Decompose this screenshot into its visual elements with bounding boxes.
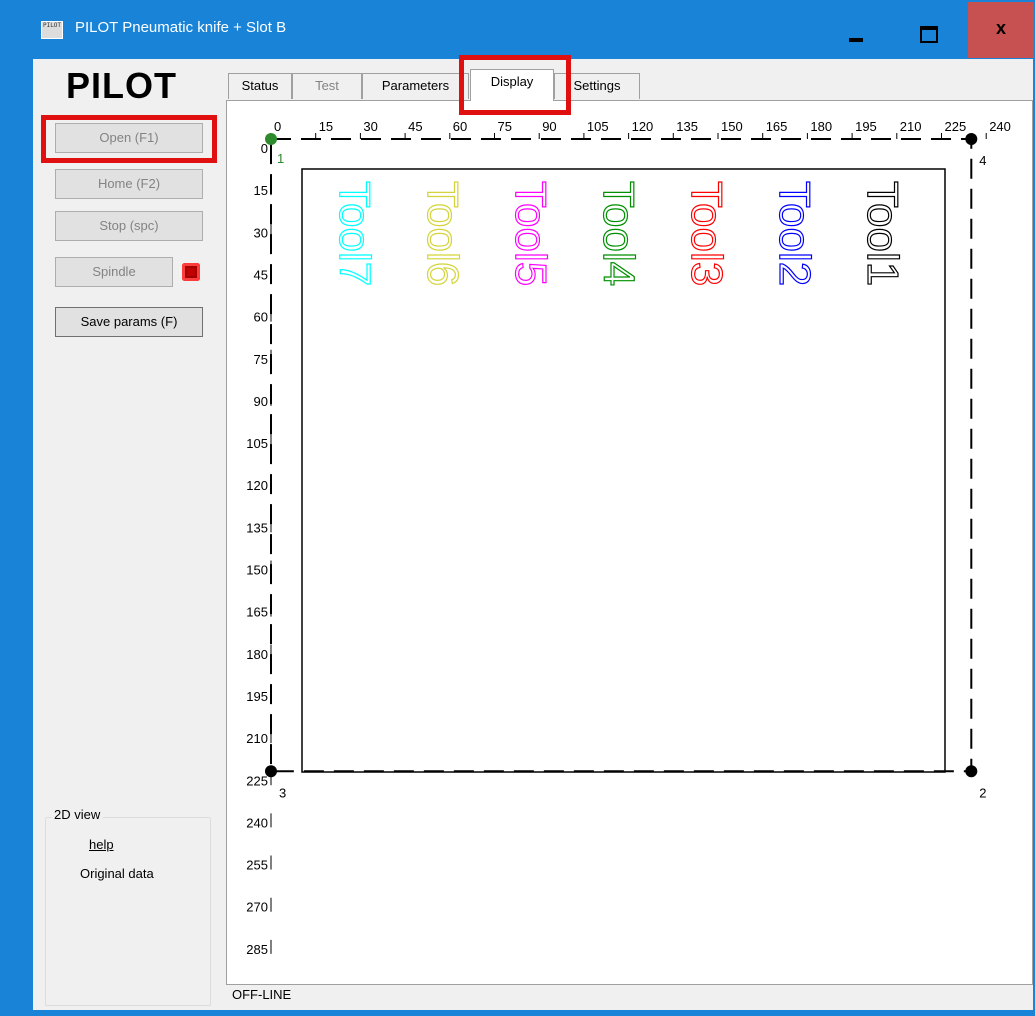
corner-label: 4 (979, 153, 986, 168)
y-tick-label: 105 (246, 436, 268, 451)
display-tab-highlight (459, 55, 571, 115)
corner-point (965, 765, 978, 778)
y-tick-label: 270 (246, 900, 268, 915)
x-tick-label: 30 (363, 119, 377, 134)
corner-label: 1 (277, 151, 284, 166)
x-tick-label: 0 (274, 119, 281, 134)
app-icon: PILOT (41, 21, 63, 39)
close-icon: x (995, 18, 1006, 38)
corner-label: 3 (279, 785, 286, 800)
corner-point (265, 133, 277, 145)
y-tick-label: 285 (246, 942, 268, 957)
open-button-highlight (41, 115, 217, 163)
y-tick-label: 90 (254, 394, 268, 409)
x-tick-label: 210 (900, 119, 922, 134)
x-tick-label: 240 (989, 119, 1011, 134)
pilot-logo: PILOT (66, 65, 177, 106)
tab-parameters[interactable]: Parameters (362, 73, 469, 99)
spindle-status-led (182, 263, 200, 281)
tool-label: Tool6 (418, 181, 467, 286)
connection-status: OFF-LINE (232, 987, 292, 1002)
x-tick-label: 15 (319, 119, 333, 134)
original-data-label: Original data (80, 866, 154, 881)
corner-label: 2 (979, 785, 986, 800)
y-tick-label: 195 (246, 689, 268, 704)
corner-point (265, 765, 277, 778)
y-tick-label: 225 (246, 773, 268, 788)
spindle-button[interactable]: Spindle (55, 257, 173, 287)
stop-button[interactable]: Stop (spc) (55, 211, 203, 241)
maximize-button[interactable] (895, 2, 959, 58)
home-button[interactable]: Home (F2) (55, 169, 203, 199)
x-tick-label: 135 (676, 119, 698, 134)
tab-status[interactable]: Status (228, 73, 292, 99)
tool-label: Tool1 (858, 181, 907, 286)
view-group-label: 2D view (51, 807, 104, 822)
x-tick-label: 105 (587, 119, 609, 134)
x-tick-label: 120 (632, 119, 654, 134)
2d-view-canvas[interactable]: 0 15 30 45 60 75 90 105 120 135 150 165 180 195 210 225… (227, 101, 1032, 984)
x-tick-label: 60 (453, 119, 467, 134)
x-tick-label: 165 (766, 119, 788, 134)
y-tick-label: 180 (246, 647, 268, 662)
tool-label: Tool7 (330, 181, 379, 286)
minimize-button[interactable] (824, 2, 888, 58)
x-tick-label: 180 (810, 119, 832, 134)
x-tick-label: 195 (855, 119, 877, 134)
tool-label: Tool2 (770, 181, 819, 286)
y-tick-label: 255 (246, 858, 268, 873)
x-tick-label: 150 (721, 119, 743, 134)
help-link[interactable]: help (89, 837, 114, 852)
y-tick-label: 60 (254, 310, 268, 325)
x-tick-label: 225 (945, 119, 967, 134)
y-tick-label: 75 (254, 352, 268, 367)
y-tick-label: 45 (254, 267, 268, 282)
y-tick-label: 240 (246, 815, 268, 830)
display-panel: 0 15 30 45 60 75 90 105 120 135 150 165 180 195 210 225… (226, 100, 1033, 985)
y-tick-label: 15 (254, 183, 268, 198)
y-tick-label: 165 (246, 605, 268, 620)
title-bar[interactable]: PILOT PILOT Pneumatic knife + Slot B x (1, 1, 1034, 59)
save-params-button[interactable]: Save params (F) (55, 307, 203, 337)
y-tick-label: 135 (246, 520, 268, 535)
client-area: PILOT Open (F1) Home (F2) Stop (spc) Spi… (33, 55, 1033, 1010)
y-tick-label: 30 (254, 225, 268, 240)
y-tick-label: 210 (246, 731, 268, 746)
tool-label: Tool3 (682, 181, 731, 286)
view-group-box (45, 817, 211, 1006)
x-tick-label: 90 (542, 119, 556, 134)
y-tick-label: 120 (246, 478, 268, 493)
tab-test[interactable]: Test (292, 73, 362, 99)
tool-label: Tool5 (506, 181, 555, 286)
y-tick-label: 150 (246, 563, 268, 578)
close-button[interactable]: x (968, 2, 1034, 58)
x-tick-label: 45 (408, 119, 422, 134)
app-window: PILOT PILOT Pneumatic knife + Slot B x P… (0, 0, 1035, 1016)
x-tick-label: 75 (498, 119, 512, 134)
tool-label: Tool4 (594, 181, 643, 286)
window-title: PILOT Pneumatic knife + Slot B (75, 19, 287, 36)
corner-point (965, 133, 978, 145)
